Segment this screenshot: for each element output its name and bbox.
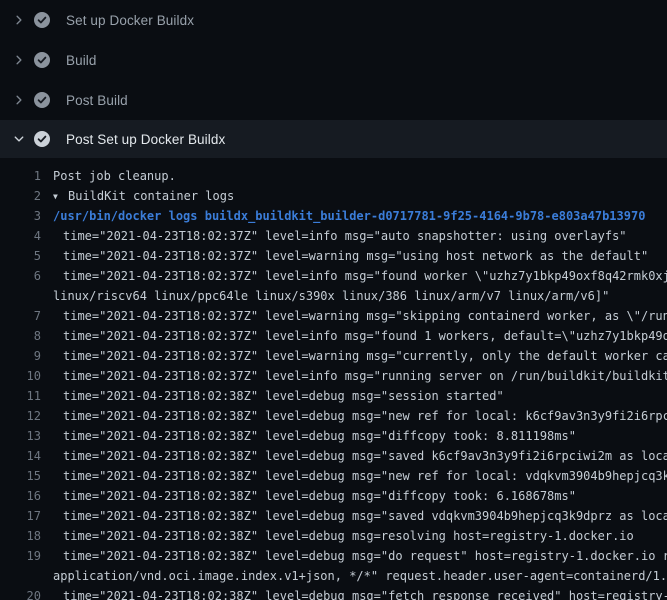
line-number[interactable]: 1 [0,166,41,186]
log-line[interactable]: 17 time="2021-04-23T18:02:38Z" level=debu… [0,506,667,526]
step-row-post-set-up-docker-buildx[interactable]: Post Set up Docker Buildx [0,120,667,158]
log-line[interactable]: application/vnd.oci.image.index.v1+json,… [0,566,667,586]
log-text: time="2021-04-23T18:02:38Z" level=debug … [53,426,576,446]
step-title: Post Build [66,93,128,108]
log-output: 1 Post job cleanup. 2 ▼BuildKit container l… [0,158,667,600]
log-line[interactable]: 4 time="2021-04-23T18:02:37Z" level=info … [0,226,667,246]
line-number[interactable]: 8 [0,326,41,346]
log-line[interactable]: 1 Post job cleanup. [0,166,667,186]
group-toggle-icon[interactable]: ▼ [53,187,62,207]
log-text: time="2021-04-23T18:02:38Z" level=debug … [53,386,504,406]
log-line[interactable]: 19 time="2021-04-23T18:02:38Z" level=debu… [0,546,667,566]
log-text: linux/riscv64 linux/ppc64le linux/s390x … [53,286,609,306]
log-text: time="2021-04-23T18:02:37Z" level=info m… [53,226,627,246]
log-text: time="2021-04-23T18:02:38Z" level=debug … [53,466,667,486]
chevron-right-icon [12,53,26,67]
log-line[interactable]: 14 time="2021-04-23T18:02:38Z" level=debu… [0,446,667,466]
line-number[interactable]: 16 [0,486,41,506]
line-number[interactable]: 6 [0,266,41,286]
log-line[interactable]: 8 time="2021-04-23T18:02:37Z" level=info … [0,326,667,346]
log-line[interactable]: 11 time="2021-04-23T18:02:38Z" level=debu… [0,386,667,406]
line-number[interactable]: 5 [0,246,41,266]
line-number[interactable]: 17 [0,506,41,526]
check-circle-icon [34,131,50,147]
log-text: time="2021-04-23T18:02:38Z" level=debug … [53,406,667,426]
log-line[interactable]: 3/usr/bin/docker logs buildx_buildkit_bu… [0,206,667,226]
log-line[interactable]: 18 time="2021-04-23T18:02:38Z" level=debu… [0,526,667,546]
line-number[interactable]: 14 [0,446,41,466]
log-text: time="2021-04-23T18:02:38Z" level=debug … [53,506,667,526]
step-row-post-build[interactable]: Post Build [0,80,667,120]
step-title: Build [66,53,97,68]
line-number[interactable]: 2 [0,186,41,206]
log-line[interactable]: 2 ▼BuildKit container logs [0,186,667,206]
log-text: time="2021-04-23T18:02:37Z" level=info m… [53,266,667,286]
line-number [0,286,41,306]
line-number[interactable]: 7 [0,306,41,326]
log-text: time="2021-04-23T18:02:38Z" level=debug … [53,586,667,600]
step-row-build[interactable]: Build [0,40,667,80]
log-text: time="2021-04-23T18:02:37Z" level=info m… [53,326,667,346]
step-row-set-up-docker-buildx[interactable]: Set up Docker Buildx [0,0,667,40]
line-number[interactable]: 18 [0,526,41,546]
log-line[interactable]: 15 time="2021-04-23T18:02:38Z" level=debu… [0,466,667,486]
chevron-down-icon [12,132,26,146]
log-text: time="2021-04-23T18:02:38Z" level=debug … [53,446,667,466]
line-number[interactable]: 20 [0,586,41,600]
line-number[interactable]: 12 [0,406,41,426]
chevron-right-icon [12,13,26,27]
log-line[interactable]: 13 time="2021-04-23T18:02:38Z" level=debu… [0,426,667,446]
log-command-text: /usr/bin/docker logs buildx_buildkit_bui… [53,206,645,226]
check-circle-icon [34,12,50,28]
line-number[interactable]: 3 [0,206,41,226]
check-circle-icon [34,52,50,68]
log-text: application/vnd.oci.image.index.v1+json,… [53,566,667,586]
line-number [0,566,41,586]
log-text: time="2021-04-23T18:02:37Z" level=warnin… [53,306,667,326]
line-number[interactable]: 11 [0,386,41,406]
log-text: time="2021-04-23T18:02:37Z" level=warnin… [53,246,648,266]
actions-log-viewer: Set up Docker Buildx Build Post Build Po… [0,0,667,600]
log-line[interactable]: 9 time="2021-04-23T18:02:37Z" level=warni… [0,346,667,366]
log-text: time="2021-04-23T18:02:38Z" level=debug … [53,486,576,506]
log-text: time="2021-04-23T18:02:37Z" level=info m… [53,366,667,386]
line-number[interactable]: 15 [0,466,41,486]
log-text: time="2021-04-23T18:02:38Z" level=debug … [53,546,667,566]
line-number[interactable]: 10 [0,366,41,386]
log-line[interactable]: 7 time="2021-04-23T18:02:37Z" level=warni… [0,306,667,326]
log-line[interactable]: 6 time="2021-04-23T18:02:37Z" level=info … [0,266,667,286]
step-title: Set up Docker Buildx [66,13,194,28]
log-line[interactable]: linux/riscv64 linux/ppc64le linux/s390x … [0,286,667,306]
line-number[interactable]: 13 [0,426,41,446]
log-line[interactable]: 5 time="2021-04-23T18:02:37Z" level=warni… [0,246,667,266]
chevron-right-icon [12,93,26,107]
log-text: time="2021-04-23T18:02:37Z" level=warnin… [53,346,667,366]
log-text: Post job cleanup. [53,166,176,186]
log-line[interactable]: 16 time="2021-04-23T18:02:38Z" level=debu… [0,486,667,506]
log-text: ▼BuildKit container logs [53,186,234,206]
step-title: Post Set up Docker Buildx [66,132,225,147]
check-circle-icon [34,92,50,108]
log-line[interactable]: 12 time="2021-04-23T18:02:38Z" level=debu… [0,406,667,426]
line-number[interactable]: 19 [0,546,41,566]
log-text: time="2021-04-23T18:02:38Z" level=debug … [53,526,634,546]
line-number[interactable]: 4 [0,226,41,246]
log-line[interactable]: 10 time="2021-04-23T18:02:37Z" level=info… [0,366,667,386]
line-number[interactable]: 9 [0,346,41,366]
log-line[interactable]: 20 time="2021-04-23T18:02:38Z" level=debu… [0,586,667,600]
